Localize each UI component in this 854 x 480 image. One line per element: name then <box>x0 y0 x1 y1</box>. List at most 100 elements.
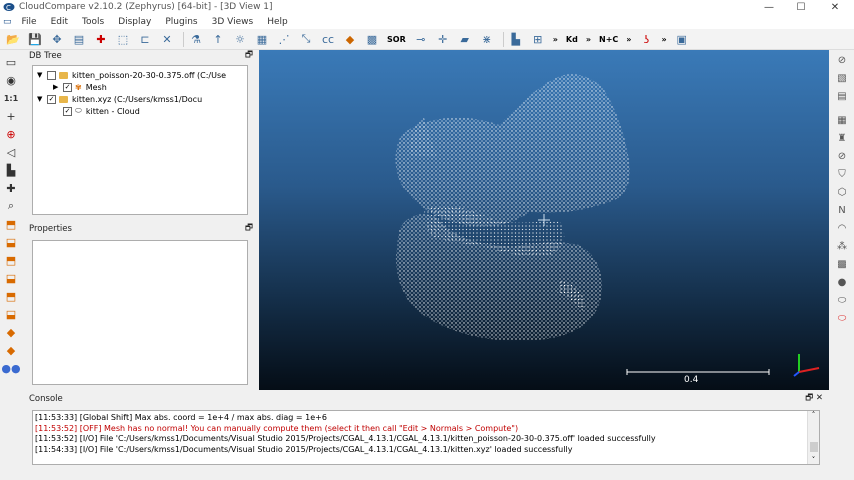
sor-filter-button[interactable]: SOR <box>385 35 408 44</box>
nc-button[interactable]: N+C <box>597 35 620 44</box>
plane-icon[interactable]: ▰ <box>456 31 474 47</box>
view-iso-back-icon[interactable]: ◆ <box>2 342 20 358</box>
sensor-icon[interactable]: ⋇ <box>478 31 496 47</box>
plugin-b-icon[interactable]: ▤ <box>833 88 851 104</box>
bottle-icon[interactable]: ♜ <box>833 130 851 146</box>
expand-arrow-icon[interactable]: ▶ <box>53 83 60 91</box>
app-menu-icon[interactable]: ▭ <box>0 17 15 27</box>
menu-file[interactable]: File <box>15 17 44 27</box>
plugin-a-icon[interactable]: ▧ <box>833 70 851 86</box>
expand-arrow-icon[interactable]: ▼ <box>37 71 44 79</box>
menu-help[interactable]: Help <box>260 17 295 27</box>
ellipse-icon[interactable]: ⬭ <box>833 310 851 326</box>
menu-plugins[interactable]: Plugins <box>158 17 204 27</box>
float-panel-icon[interactable]: 🗗 <box>245 49 253 63</box>
scalar-field-icon[interactable]: ▦ <box>253 31 271 47</box>
point-cloud <box>395 74 820 377</box>
tree-item[interactable]: ▶ ✓ ✾ Mesh <box>53 81 107 93</box>
minimize-button[interactable]: — <box>754 0 784 14</box>
camera-icon[interactable]: ◉ <box>2 72 20 88</box>
kd-tree-button[interactable]: Kd <box>564 35 580 44</box>
folder-icon <box>59 95 68 103</box>
rgb-icon[interactable]: ⬭ <box>833 292 851 308</box>
clone-icon[interactable]: ▤ <box>70 31 88 47</box>
scroll-up-icon[interactable]: ˄ <box>808 411 819 419</box>
fit-plane-icon[interactable]: ⊸ <box>412 31 430 47</box>
ball-icon[interactable]: ● <box>833 274 851 290</box>
noise-filter-icon[interactable]: ▩ <box>363 31 381 47</box>
stereo-icon[interactable]: ●● <box>1 360 20 376</box>
sphere-icon[interactable]: ⁂ <box>833 238 851 254</box>
tree-item[interactable]: ▼ ✓ kitten.xyz (C:/Users/kmss1/Docu <box>37 93 202 105</box>
tree-item-label: kitten.xyz (C:/Users/kmss1/Docu <box>72 94 203 104</box>
scroll-down-icon[interactable]: ˅ <box>808 456 819 464</box>
point-picking-icon[interactable]: ▭ <box>2 54 20 70</box>
visibility-checkbox[interactable]: ✓ <box>63 82 72 92</box>
float-panel-icon[interactable]: 🗗 <box>245 222 253 236</box>
toolbar-more-1[interactable]: » <box>551 35 560 44</box>
scroll-thumb[interactable] <box>810 442 818 452</box>
plugin-icon[interactable]: ▣ <box>673 31 691 47</box>
expand-arrow-icon[interactable]: ▼ <box>37 95 44 103</box>
3d-view[interactable]: 0.4 <box>259 50 829 390</box>
maximize-button[interactable]: ☐ <box>786 0 816 14</box>
view-iso-front-icon[interactable]: ◆ <box>2 324 20 340</box>
window-title: CloudCompare v2.10.2 (Zephyrus) [64-bit]… <box>19 2 273 12</box>
view-bottom-icon[interactable]: ⬓ <box>2 306 20 322</box>
view-left-icon[interactable]: ⬒ <box>2 252 20 268</box>
open-icon[interactable]: 📂 <box>4 31 22 47</box>
perspective-icon[interactable]: ◁ <box>2 144 20 160</box>
hpr-icon[interactable]: ◠ <box>833 220 851 236</box>
crosshair-icon[interactable]: ✛ <box>434 31 452 47</box>
distance-icon[interactable]: ⋰ <box>275 31 293 47</box>
curve-icon[interactable]: ʖ <box>637 31 655 47</box>
view-top-icon[interactable]: ⬒ <box>2 216 20 232</box>
stats-icon[interactable]: ⊞ <box>529 31 547 47</box>
console-scrollbar[interactable]: ˄ ˅ <box>807 411 819 464</box>
subsample-icon[interactable]: ⬚ <box>114 31 132 47</box>
grid-icon[interactable]: ▩ <box>833 256 851 272</box>
normal-n-icon[interactable]: N <box>833 202 851 218</box>
mesh-icon[interactable]: ◆ <box>341 31 359 47</box>
merge-icon[interactable]: ✚ <box>92 31 110 47</box>
shield-icon[interactable]: ⛉ <box>833 166 851 182</box>
segment-icon[interactable]: ⊏ <box>136 31 154 47</box>
auto-pivot-icon[interactable]: ⊕ <box>2 126 20 142</box>
save-icon[interactable]: 💾 <box>26 31 44 47</box>
density-icon[interactable]: ☼ <box>231 31 249 47</box>
toolbar-more-2[interactable]: » <box>584 35 593 44</box>
menu-edit[interactable]: Edit <box>44 17 75 27</box>
cancel-icon[interactable]: ⊘ <box>833 52 851 68</box>
toolbar-more-4[interactable]: » <box>659 35 668 44</box>
visibility-checkbox[interactable]: ✓ <box>63 106 72 116</box>
normals-icon[interactable]: ↑ <box>209 31 227 47</box>
sample-points-icon[interactable]: ⚗ <box>187 31 205 47</box>
zoom-icon[interactable]: ⌕ <box>2 198 20 214</box>
cloud-cloud-dist-icon[interactable]: ⤡ <box>297 31 315 47</box>
compass-icon[interactable]: ▦ <box>833 112 851 128</box>
close-button[interactable]: ✕ <box>820 0 850 14</box>
lighting-icon[interactable]: ▙ <box>2 162 20 178</box>
facets-icon[interactable]: ⬡ <box>833 184 851 200</box>
tree-item[interactable]: ✓ ⬭ kitten - Cloud <box>63 105 140 117</box>
visibility-checkbox[interactable] <box>47 70 56 80</box>
visibility-checkbox[interactable]: ✓ <box>47 94 56 104</box>
console-header-buttons[interactable]: 🗗 ✕ <box>805 392 823 406</box>
tree-item-label: kitten_poisson-20-30-0.375.off (C:/Use <box>72 70 227 80</box>
color-compare-icon[interactable]: cc <box>319 31 337 47</box>
tree-item[interactable]: ▼ kitten_poisson-20-30-0.375.off (C:/Use <box>37 69 226 81</box>
pivot-icon[interactable]: + <box>2 108 20 124</box>
menu-tools[interactable]: Tools <box>75 17 111 27</box>
view-front-icon[interactable]: ⬓ <box>2 234 20 250</box>
menu-3d-views[interactable]: 3D Views <box>205 17 261 27</box>
zoom-1-1-icon[interactable]: 1:1 <box>2 90 20 106</box>
translate-rotate-icon[interactable]: ✥ <box>48 31 66 47</box>
toolbar-more-3[interactable]: » <box>624 35 633 44</box>
brush-icon[interactable]: ⊘ <box>833 148 851 164</box>
view-right-icon[interactable]: ⬒ <box>2 288 20 304</box>
view-back-icon[interactable]: ⬓ <box>2 270 20 286</box>
delete-icon[interactable]: ✕ <box>158 31 176 47</box>
histogram-icon[interactable]: ▙ <box>507 31 525 47</box>
menu-display[interactable]: Display <box>111 17 158 27</box>
center-icon[interactable]: ✚ <box>2 180 20 196</box>
